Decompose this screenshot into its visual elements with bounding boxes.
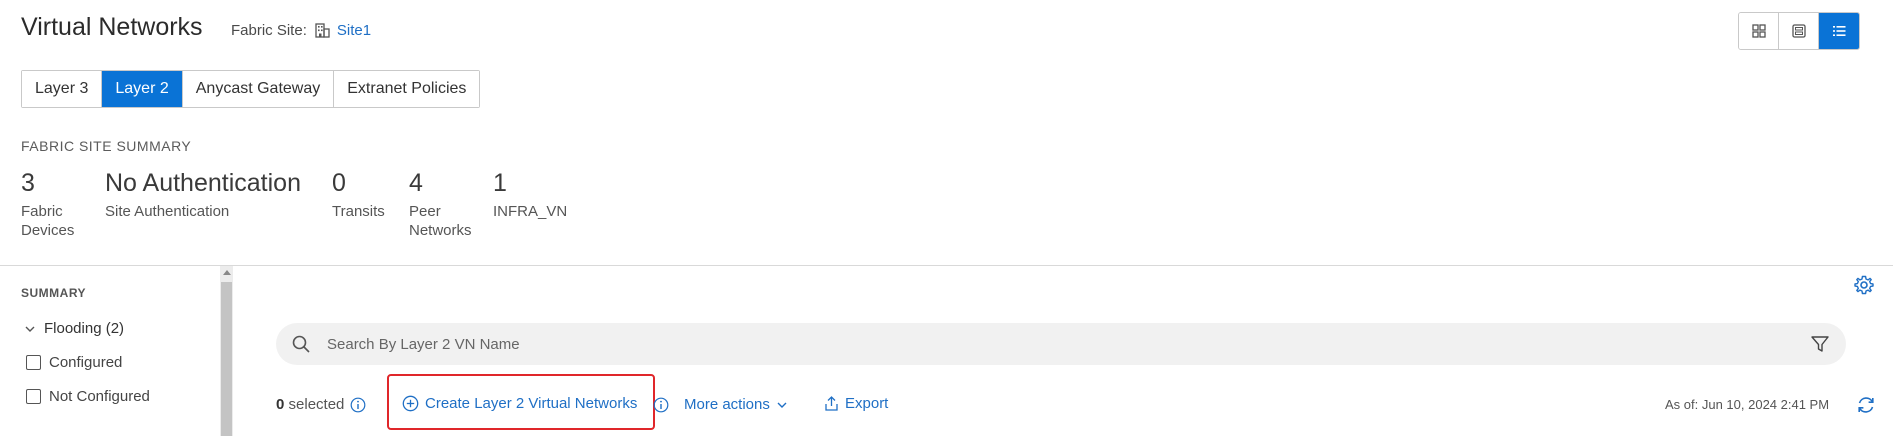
refresh-icon[interactable] (1855, 394, 1877, 416)
search-input[interactable] (327, 323, 1767, 365)
tab-anycast-gateway[interactable]: Anycast Gateway (182, 71, 335, 107)
selected-count-value: 0 (276, 396, 285, 413)
card-list-icon (1791, 24, 1806, 38)
building-icon (313, 21, 331, 39)
stat-infra-vn: 1 INFRA_VN (493, 168, 567, 221)
fabric-site-summary-heading: FABRIC SITE SUMMARY (21, 138, 192, 154)
view-toggle (1738, 12, 1860, 50)
create-button-label: Create Layer 2 Virtual Networks (425, 395, 638, 412)
flooding-group-label: Flooding (2) (44, 320, 125, 337)
page-title: Virtual Networks (21, 13, 203, 41)
tab-layer-2[interactable]: Layer 2 (102, 71, 183, 107)
list-view-button[interactable] (1819, 13, 1859, 49)
tile-view-button[interactable] (1739, 13, 1779, 49)
stat-label: Peer Networks (409, 203, 472, 239)
table-actions-bar: 0 selected Create Layer 2 Virtual Networ… (0, 374, 1893, 430)
export-label: Export (845, 395, 889, 412)
stat-value: 3 (21, 169, 35, 197)
stat-value: 0 (332, 169, 346, 197)
more-actions-dropdown[interactable]: More actions (684, 396, 788, 413)
stat-site-authentication: No Authentication Site Authentication (105, 168, 301, 221)
filter-configured[interactable]: Configured (26, 354, 122, 371)
flooding-group-toggle[interactable]: Flooding (2) (24, 320, 124, 337)
chevron-down-icon (777, 402, 787, 408)
selected-count: 0 selected (276, 396, 366, 413)
more-actions-label: More actions (684, 396, 770, 413)
filter-label: Configured (49, 354, 123, 371)
stat-label: INFRA_VN (493, 203, 568, 220)
card-view-button[interactable] (1779, 13, 1819, 49)
stat-label: Site Authentication (105, 203, 230, 220)
last-updated-timestamp: As of: Jun 10, 2024 2:41 PM (1665, 397, 1830, 412)
search-bar (276, 323, 1846, 365)
vn-type-tabs: Layer 3 Layer 2 Anycast Gateway Extranet… (21, 70, 481, 108)
plus-circle-icon (402, 395, 419, 412)
stat-value: 4 (409, 169, 423, 197)
stat-peer-networks: 4 Peer Networks (409, 168, 472, 240)
selected-count-label: selected (288, 396, 345, 413)
search-icon (292, 335, 310, 353)
export-button[interactable]: Export (823, 395, 888, 412)
filter-icon[interactable] (1810, 334, 1830, 354)
scroll-up-arrow[interactable] (223, 270, 231, 275)
fabric-site-label: Fabric Site: (231, 21, 307, 39)
stat-transits: 0 Transits (332, 168, 385, 221)
create-layer2-vn-button[interactable]: Create Layer 2 Virtual Networks (402, 395, 637, 412)
fabric-site-info: Fabric Site: Site1 (231, 21, 371, 39)
sidebar-heading: SUMMARY (21, 286, 87, 300)
info-icon[interactable] (350, 397, 366, 413)
grid-icon (1751, 24, 1766, 38)
fabric-site-link[interactable]: Site1 (337, 22, 371, 39)
info-icon[interactable] (653, 397, 669, 413)
section-divider (0, 265, 1893, 266)
configured-checkbox[interactable] (26, 355, 41, 370)
gear-icon[interactable] (1853, 274, 1875, 296)
stat-value: 1 (493, 169, 507, 197)
tab-extranet-policies[interactable]: Extranet Policies (334, 71, 480, 107)
list-icon (1833, 26, 1846, 36)
stat-fabric-devices: 3 Fabric Devices (21, 168, 91, 240)
chevron-down-icon (25, 326, 35, 332)
stat-label: Transits (332, 203, 385, 220)
stat-label: Fabric Devices (21, 203, 75, 239)
stat-value: No Authentication (105, 169, 301, 197)
tab-layer-3[interactable]: Layer 3 (22, 71, 103, 107)
export-icon (825, 396, 838, 411)
